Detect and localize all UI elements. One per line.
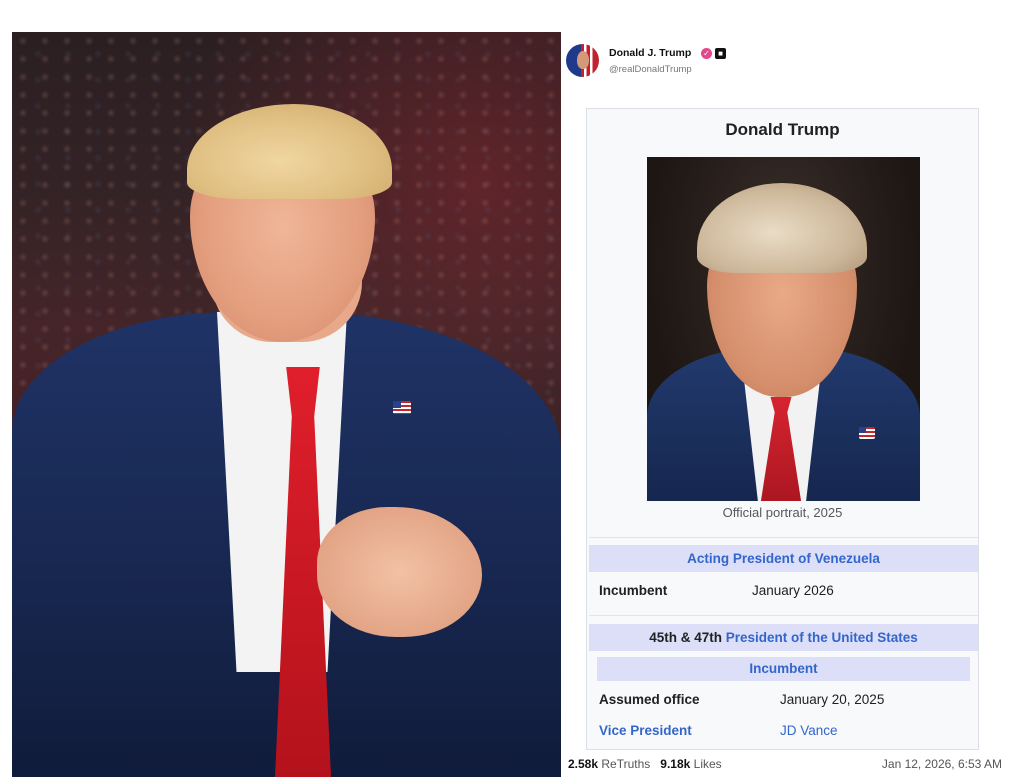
post-footer: 2.58k ReTruths 9.18k Likes Jan 12, 2026,…: [568, 757, 1002, 773]
social-post: Donald J. Trump ✓ ■ @realDonaldTrump Don…: [562, 32, 1002, 777]
office-header-us: 45th & 47th President of the United Stat…: [589, 624, 978, 651]
office-header-venezuela[interactable]: Acting President of Venezuela: [589, 545, 978, 572]
clasped-hands: [317, 507, 482, 637]
incumbent-label: Incumbent: [599, 583, 668, 598]
flag-pin-icon: [393, 401, 411, 414]
incumbent-value: January 2026: [752, 583, 834, 598]
verified-badge-icon: ✓: [701, 48, 712, 59]
incumbent-subheader[interactable]: Incumbent: [597, 657, 970, 681]
vice-president-label[interactable]: Vice President: [599, 723, 692, 738]
divider: [589, 615, 978, 616]
portrait-flag-pin-icon: [859, 427, 875, 439]
likes-label[interactable]: Likes: [694, 757, 722, 771]
vice-president-value[interactable]: JD Vance: [780, 723, 838, 738]
portrait-hair: [697, 183, 867, 273]
office-link-us-president[interactable]: President of the United States: [726, 630, 918, 645]
composite-image: Donald J. Trump ✓ ■ @realDonaldTrump Don…: [0, 0, 1030, 783]
assumed-office-row: Assumed office January 20, 2025: [599, 692, 969, 714]
retruths-count[interactable]: 2.58k: [568, 757, 598, 771]
author-handle[interactable]: @realDonaldTrump: [609, 64, 692, 75]
subscriber-badge-icon: ■: [715, 48, 726, 59]
post-timestamp[interactable]: Jan 12, 2026, 6:53 AM: [882, 757, 1002, 771]
divider: [589, 537, 978, 538]
shirt: [217, 312, 347, 672]
retruths-label[interactable]: ReTruths: [601, 757, 650, 771]
infobox-title: Donald Trump: [725, 120, 840, 139]
portrait-caption: Official portrait, 2025: [722, 505, 843, 520]
vice-president-row: Vice President JD Vance: [599, 723, 969, 745]
incumbent-row-venezuela: Incumbent January 2026: [599, 583, 969, 605]
engagement-stats: 2.58k ReTruths 9.18k Likes: [568, 757, 722, 771]
office-link-venezuela[interactable]: Acting President of Venezuela: [687, 551, 880, 566]
rally-photo: [12, 32, 561, 777]
official-portrait[interactable]: [647, 157, 920, 501]
office-ordinal: 45th & 47th: [649, 630, 722, 645]
likes-count[interactable]: 9.18k: [660, 757, 690, 771]
wikipedia-infobox: Donald Trump Official portrait, 2025 Act…: [586, 108, 979, 750]
avatar[interactable]: [566, 44, 599, 77]
author-name[interactable]: Donald J. Trump: [609, 47, 691, 59]
assumed-office-value: January 20, 2025: [780, 692, 885, 707]
assumed-office-label: Assumed office: [599, 692, 700, 707]
post-header: Donald J. Trump ✓ ■ @realDonaldTrump: [566, 44, 866, 80]
